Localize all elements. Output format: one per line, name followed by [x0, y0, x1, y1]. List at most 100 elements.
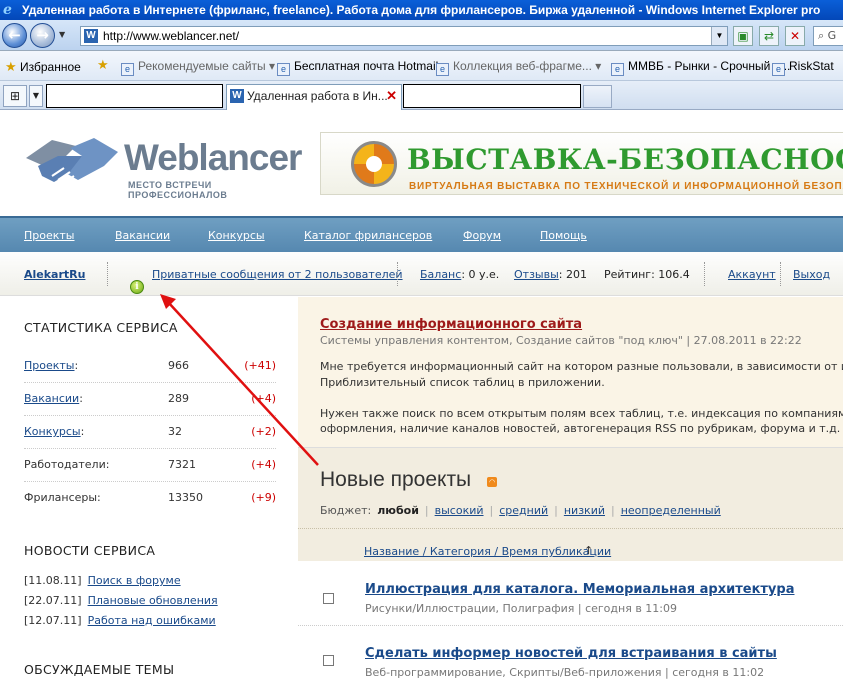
- compatibility-view-icon[interactable]: ▣: [733, 26, 753, 46]
- stat-row: Конкурсы: 32 (+2): [24, 416, 276, 449]
- weblancer-logo[interactable]: Weblancer МЕСТО ВСТРЕЧИ ПРОФЕССИОНАЛОВ: [24, 130, 302, 200]
- main-nav: Проекты Вакансии Конкурсы Каталог фрилан…: [0, 218, 843, 252]
- featured-project: Создание информационного сайта Системы у…: [298, 297, 843, 447]
- account-link[interactable]: Аккаунт: [728, 268, 776, 281]
- projects-heading: Новые проекты: [320, 468, 472, 491]
- username-link[interactable]: AlekartRu: [24, 268, 85, 281]
- logout-link[interactable]: Выход: [793, 268, 830, 281]
- back-button[interactable]: ←: [2, 23, 27, 48]
- budget-option[interactable]: высокий: [435, 504, 484, 517]
- stat-delta: (+4): [251, 392, 276, 405]
- stat-delta: (+41): [244, 359, 276, 372]
- new-tab-button[interactable]: [583, 85, 612, 108]
- project-row: Сделать информер новостей для встраивани…: [298, 627, 843, 680]
- blank-tab-box[interactable]: [46, 84, 223, 108]
- project-row: Иллюстрация для каталога. Мемориальная а…: [298, 562, 843, 626]
- stat-value: 966: [168, 359, 189, 372]
- web-page: Weblancer МЕСТО ВСТРЕЧИ ПРОФЕССИОНАЛОВ В…: [0, 110, 843, 680]
- budget-option[interactable]: средний: [499, 504, 548, 517]
- favorites-item[interactable]: e ММВБ - Рынки - Срочный р...: [611, 59, 790, 76]
- project-title-link[interactable]: Иллюстрация для каталога. Мемориальная а…: [365, 582, 794, 597]
- stat-row: Фрилансеры: 13350 (+9): [24, 482, 276, 515]
- rating: Рейтинг: 106.4: [604, 268, 690, 281]
- page-icon: e: [277, 63, 290, 76]
- stats-title: СТАТИСТИКА СЕРВИСА: [24, 320, 178, 335]
- window-titlebar: e Удаленная работа в Интернете (фриланс,…: [0, 0, 843, 20]
- project-checkbox[interactable]: [323, 655, 334, 666]
- favorites-item[interactable]: e RiskStat: [772, 59, 834, 76]
- stat-row: Проекты: 966 (+41): [24, 350, 276, 383]
- news-link[interactable]: Плановые обновления: [88, 594, 218, 607]
- page-icon: e: [436, 63, 449, 76]
- stat-delta: (+2): [251, 425, 276, 438]
- stat-label: Проекты:: [24, 359, 79, 372]
- stat-delta: (+9): [251, 491, 276, 504]
- stat-row: Работодатели: 7321 (+4): [24, 449, 276, 482]
- info-icon[interactable]: i: [130, 280, 144, 294]
- stat-value: 32: [168, 425, 182, 438]
- address-url: http://www.weblancer.net/: [103, 29, 240, 43]
- separator: [780, 262, 781, 286]
- tab-list-dropdown-icon[interactable]: ▼: [29, 85, 43, 107]
- project-checkbox[interactable]: [323, 593, 334, 604]
- project-meta: Веб-программирование, Скрипты/Веб-прилож…: [365, 666, 765, 679]
- ie-logo-icon: e: [3, 2, 12, 18]
- nav-forum[interactable]: Форум: [463, 229, 501, 242]
- recent-pages-dropdown-icon[interactable]: ▼: [59, 30, 67, 40]
- news-item: [22.07.11] Плановые обновления: [24, 594, 218, 607]
- nav-help[interactable]: Помощь: [540, 229, 587, 242]
- favorites-item[interactable]: e Рекомендуемые сайты ▾: [121, 59, 275, 76]
- stat-row: Вакансии: 289 (+4): [24, 383, 276, 416]
- budget-option[interactable]: неопределенный: [621, 504, 721, 517]
- quick-tabs-icon[interactable]: ⊞: [3, 85, 27, 107]
- news-title: НОВОСТИ СЕРВИСА: [24, 543, 156, 558]
- forward-button[interactable]: →: [30, 23, 55, 48]
- stat-link-vacancies[interactable]: Вакансии: [24, 392, 79, 405]
- site-favicon-icon: W: [84, 29, 98, 43]
- favorites-item[interactable]: e Коллекция веб-фрагме... ▾: [436, 59, 601, 76]
- page-icon: e: [121, 63, 134, 76]
- close-tab-icon[interactable]: ✕: [386, 85, 397, 107]
- handshake-icon: [26, 138, 118, 183]
- project-title-link[interactable]: Сделать информер новостей для встраивани…: [365, 646, 777, 661]
- sidebar: СТАТИСТИКА СЕРВИСА Проекты: 966 (+41) Ва…: [0, 297, 296, 680]
- address-dropdown-icon[interactable]: ▼: [711, 27, 727, 45]
- tab-title: Удаленная работа в Ин...: [247, 89, 388, 103]
- news-item: [12.07.11] Работа над ошибками: [24, 614, 216, 627]
- private-messages-link[interactable]: Приватные сообщения от 2 пользователей: [152, 268, 403, 281]
- nav-freelancer-catalog[interactable]: Каталог фрилансеров: [304, 229, 432, 242]
- nav-projects[interactable]: Проекты: [24, 229, 75, 242]
- budget-option[interactable]: низкий: [564, 504, 605, 517]
- favorites-item[interactable]: e Бесплатная почта Hotmail: [277, 59, 438, 76]
- featured-title-link[interactable]: Создание информационного сайта: [320, 317, 582, 332]
- reviews-value: : 201: [558, 268, 587, 281]
- ad-banner[interactable]: ВЫСТАВКА-БЕЗОПАСНОСТИ ВИРТУАЛЬНАЯ ВЫСТАВ…: [320, 132, 843, 195]
- favorites-button[interactable]: ★ Избранное: [5, 59, 81, 75]
- stop-icon[interactable]: ✕: [785, 26, 805, 46]
- topics-title: ОБСУЖДАЕМЫЕ ТЕМЫ: [24, 662, 175, 677]
- main-content: Создание информационного сайта Системы у…: [298, 297, 843, 680]
- address-field[interactable]: W http://www.weblancer.net/ ▼: [80, 26, 728, 46]
- reviews-link[interactable]: Отзывы: [514, 268, 559, 281]
- add-favorite-icon[interactable]: ★: [97, 57, 109, 73]
- separator: [107, 262, 108, 286]
- banner-title: ВЫСТАВКА-БЕЗОПАСНОСТИ: [407, 143, 843, 176]
- blank-tab-box[interactable]: [403, 84, 581, 108]
- stat-link-projects[interactable]: Проекты: [24, 359, 75, 372]
- search-field[interactable]: ⌕ G: [813, 26, 843, 46]
- divider: [298, 528, 843, 529]
- nav-vacancies[interactable]: Вакансии: [115, 229, 170, 242]
- refresh-icon[interactable]: ⇄: [759, 26, 779, 46]
- rss-icon[interactable]: ◠: [487, 477, 497, 487]
- address-toolbar: ← → ▼ W http://www.weblancer.net/ ▼ ▣ ⇄ …: [0, 20, 843, 51]
- tab-active[interactable]: W Удаленная работа в Ин... ✕: [226, 84, 402, 110]
- news-link[interactable]: Работа над ошибками: [88, 614, 216, 627]
- project-meta: Рисунки/Иллюстрации, Полиграфия | сегодн…: [365, 602, 678, 615]
- news-link[interactable]: Поиск в форуме: [88, 574, 181, 587]
- sort-link[interactable]: Название / Категория / Время публикации: [364, 545, 611, 558]
- stat-link-contests[interactable]: Конкурсы: [24, 425, 81, 438]
- balance-link[interactable]: Баланс: [420, 268, 461, 281]
- nav-contests[interactable]: Конкурсы: [208, 229, 265, 242]
- tab-bar: ⊞ ▼ W Удаленная работа в Ин... ✕: [0, 81, 843, 110]
- favorites-label: Избранное: [20, 60, 81, 74]
